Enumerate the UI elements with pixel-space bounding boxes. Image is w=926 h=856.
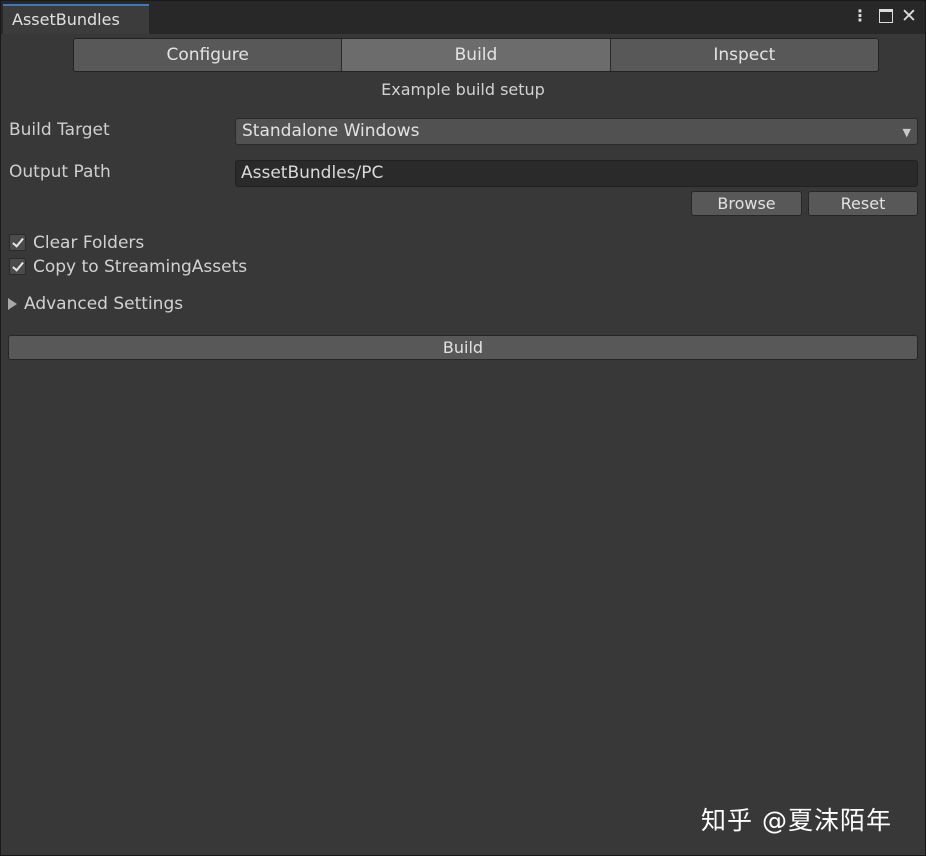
watermark-text: 知乎 @夏沫陌年 [701,806,892,835]
assetbundles-window: AssetBundles ⋮ ✕ Configure Build Inspect… [0,0,926,856]
build-target-value: Standalone Windows [242,121,420,141]
maximize-icon[interactable] [877,7,895,25]
build-target-dropdown[interactable]: Standalone Windows ▼ [235,118,918,145]
clear-folders-label: Clear Folders [33,233,145,253]
output-path-field[interactable]: AssetBundles/PC [235,160,918,187]
dropdown-arrow-icon: ▼ [902,126,911,139]
output-path-label: Output Path [9,162,111,182]
browse-button[interactable]: Browse [691,191,802,216]
title-bar: AssetBundles ⋮ ✕ [1,1,925,34]
reset-button[interactable]: Reset [808,191,918,216]
kebab-menu-icon[interactable]: ⋮ [851,7,869,25]
window-tab[interactable]: AssetBundles [3,4,149,34]
mode-toolbar: Configure Build Inspect [73,38,879,72]
copy-streaming-label: Copy to StreamingAssets [33,257,248,277]
build-target-label: Build Target [9,120,110,140]
foldout-arrow-icon[interactable] [8,298,17,310]
copy-streaming-checkbox[interactable] [9,258,26,275]
build-button[interactable]: Build [8,335,918,360]
tab-inspect[interactable]: Inspect [610,39,878,71]
page-subtitle: Example build setup [381,80,545,99]
advanced-settings-foldout[interactable]: Advanced Settings [24,294,183,314]
tab-build[interactable]: Build [342,39,611,71]
close-icon[interactable]: ✕ [900,7,918,26]
tab-configure[interactable]: Configure [74,39,343,71]
clear-folders-checkbox[interactable] [9,234,26,251]
